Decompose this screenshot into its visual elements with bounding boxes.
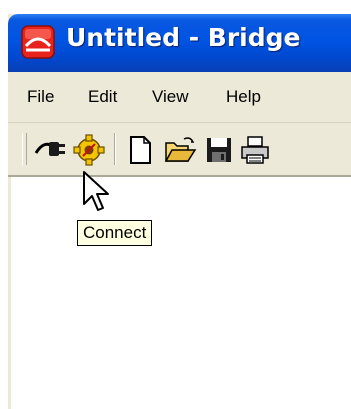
- new-document-icon: [122, 133, 158, 167]
- menu-file[interactable]: File: [27, 87, 54, 107]
- open-folder-icon: [162, 133, 198, 167]
- menu-bar: File Edit View Help: [8, 72, 351, 123]
- title-bar[interactable]: Untitled - Bridge: [8, 14, 351, 72]
- new-button[interactable]: [122, 133, 158, 167]
- menu-view[interactable]: View: [152, 87, 189, 107]
- menu-edit[interactable]: Edit: [88, 87, 117, 107]
- toolbar-grip[interactable]: [22, 133, 27, 165]
- toolbar-separator: [114, 133, 116, 165]
- plug-icon: [32, 133, 68, 167]
- print-button[interactable]: [237, 133, 273, 167]
- save-button[interactable]: [201, 133, 237, 167]
- app-window: Untitled - Bridge File Edit View Help: [8, 14, 351, 409]
- toolbar: [8, 123, 351, 177]
- mouse-pointer-icon: [82, 170, 110, 218]
- gear-icon: [71, 133, 107, 167]
- menu-help[interactable]: Help: [226, 87, 261, 107]
- bridge-app-icon: [20, 24, 56, 60]
- window-title: Untitled - Bridge: [66, 23, 301, 52]
- document-area[interactable]: [8, 177, 351, 409]
- disconnect-button[interactable]: [71, 133, 107, 167]
- open-button[interactable]: [162, 133, 198, 167]
- printer-icon: [237, 133, 273, 167]
- connect-tooltip: Connect: [77, 220, 153, 246]
- save-disk-icon: [201, 133, 237, 167]
- connect-button[interactable]: [32, 133, 68, 167]
